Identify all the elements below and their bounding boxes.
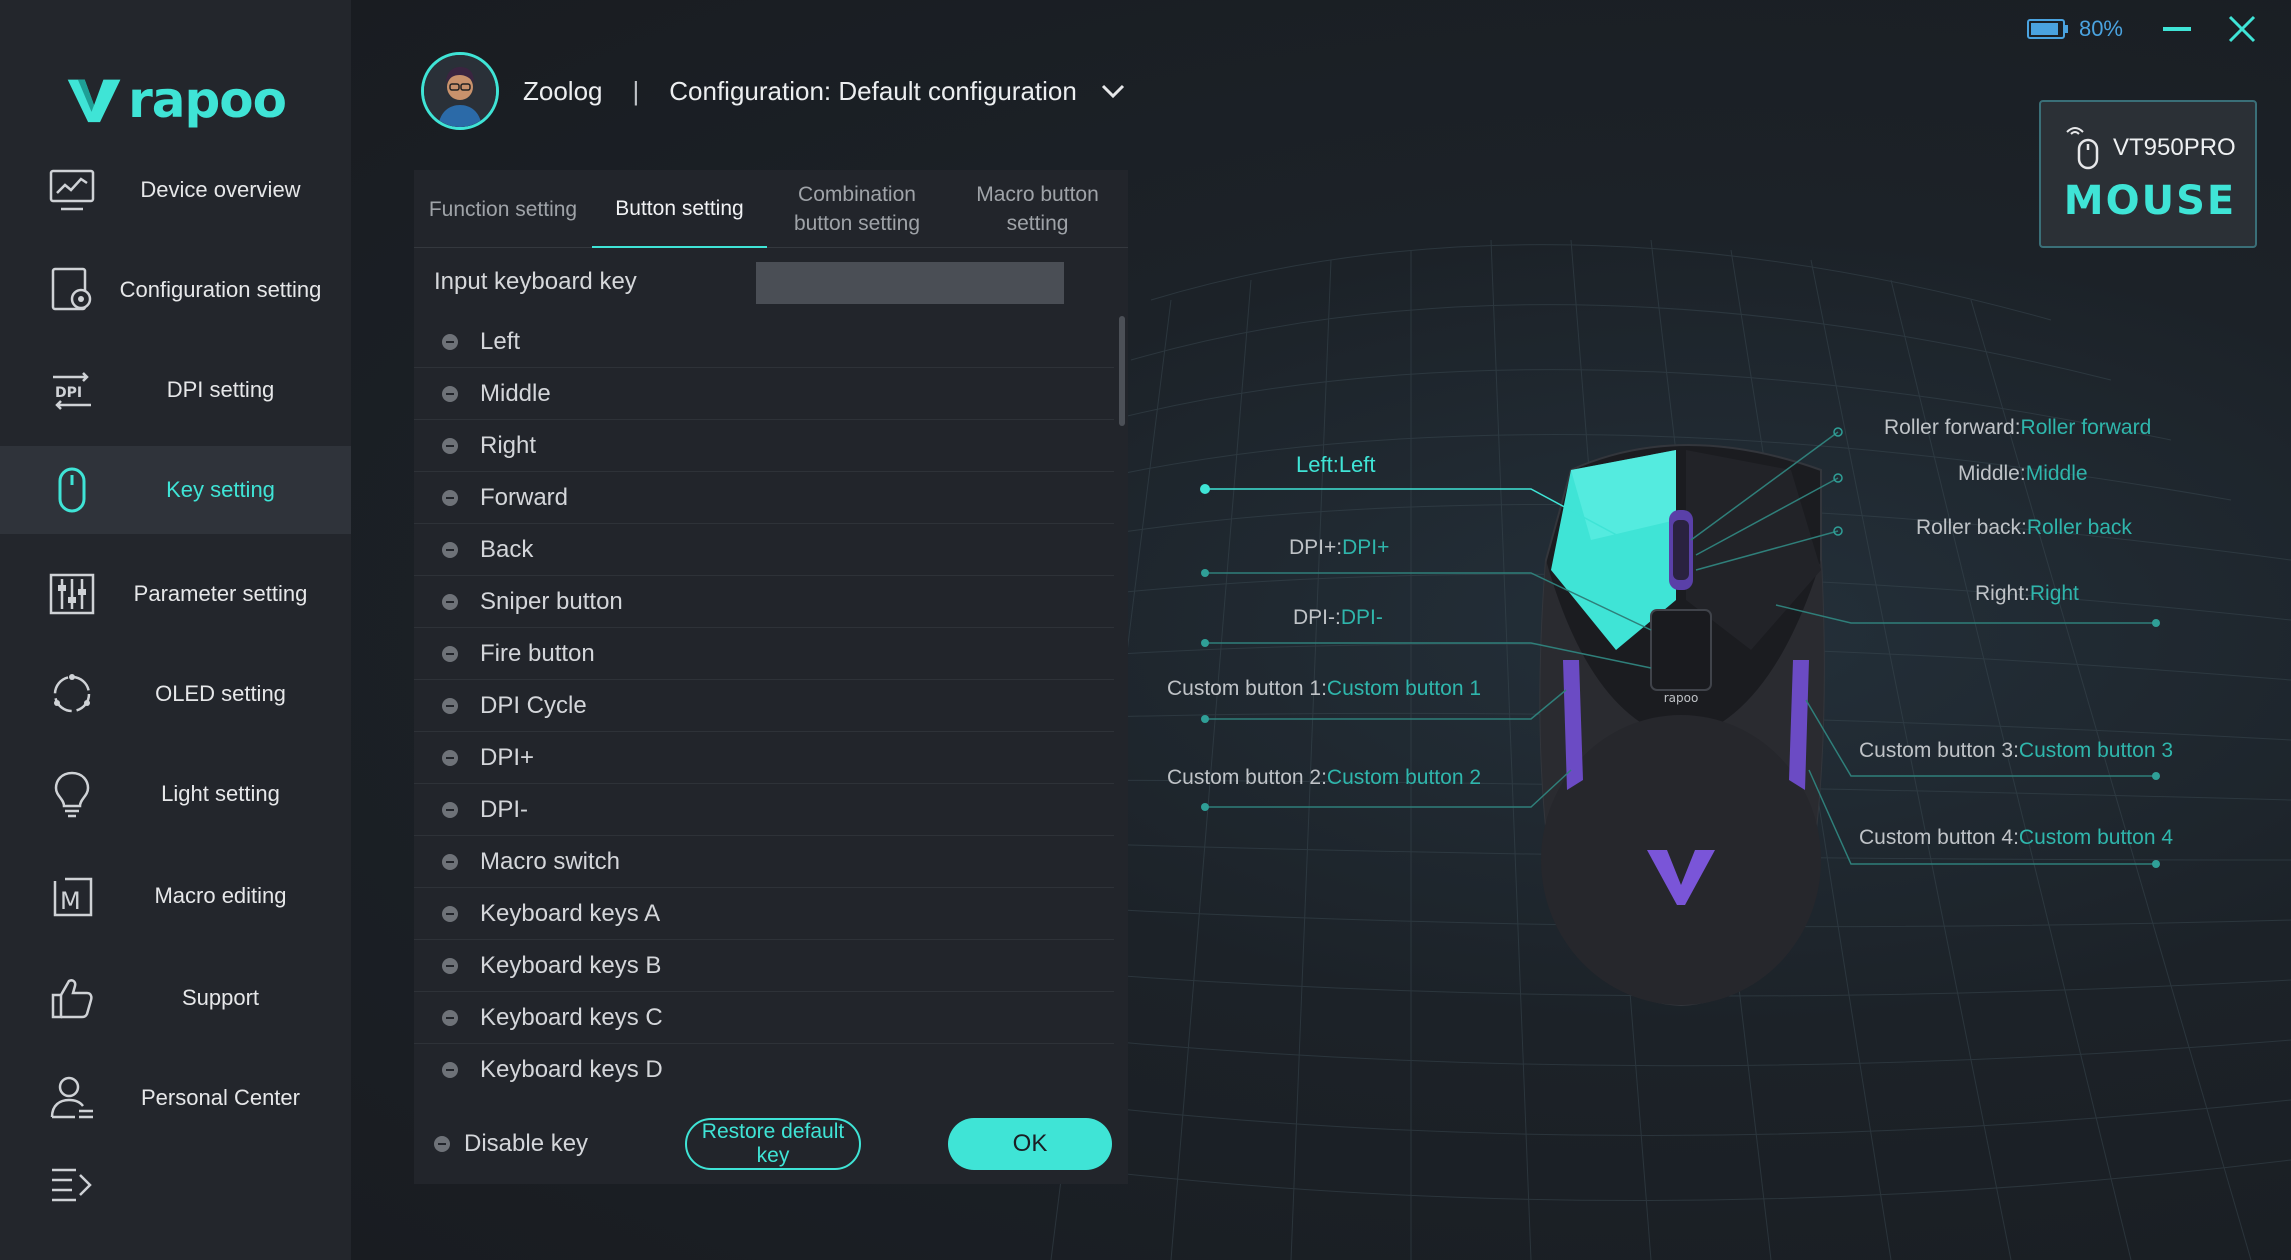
sidebar-item-label: Macro editing	[154, 883, 287, 908]
svg-text:DPI: DPI	[55, 385, 82, 401]
callout-key: Custom button 1:	[1167, 677, 1327, 700]
svg-text:M: M	[60, 887, 81, 915]
sidebar-item-personal-center[interactable]: Personal Center	[0, 1054, 351, 1142]
callout-key: Roller forward:	[1884, 416, 2021, 439]
sidebar: rapoo Device overview Configuration sett…	[0, 0, 351, 1260]
logo-text: rapoo	[128, 71, 287, 129]
sidebar-item-label: Configuration setting	[119, 277, 322, 302]
cycle-icon	[44, 666, 100, 722]
callout-key: Middle:	[1958, 462, 2026, 485]
callout-custom-4[interactable]: Custom button 4:Custom button 4	[1859, 826, 2173, 850]
rapoo-logo: rapoo	[66, 70, 287, 130]
callout-value: Roller back	[2026, 516, 2132, 539]
callout-value: DPI-	[1340, 606, 1383, 629]
callout-value: Custom button 3	[2018, 739, 2174, 762]
callout-dpi-plus[interactable]: DPI+:DPI+	[1289, 536, 1389, 560]
callout-roller-back[interactable]: Roller back:Roller back	[1916, 516, 2132, 540]
callout-middle[interactable]: Middle:Middle	[1958, 462, 2088, 486]
callout-roller-forward[interactable]: Roller forward:Roller forward	[1884, 416, 2151, 440]
callout-left[interactable]: Left:Left	[1296, 452, 1376, 478]
callout-key: Roller back:	[1916, 516, 2027, 539]
sidebar-item-light[interactable]: Light setting	[0, 750, 351, 838]
callout-value: Middle	[2025, 462, 2088, 485]
sidebar-item-label: Parameter setting	[133, 581, 308, 606]
sidebar-item-label: OLED setting	[155, 681, 286, 706]
monitor-chart-icon	[44, 162, 100, 218]
sidebar-item-label: Personal Center	[141, 1085, 300, 1110]
sidebar-item-configuration[interactable]: Configuration setting	[0, 246, 351, 334]
sidebar-item-label: Device overview	[140, 177, 301, 202]
callout-right[interactable]: Right:Right	[1975, 582, 2079, 606]
svg-text:rapoo: rapoo	[1664, 691, 1699, 705]
callout-value: Right	[2029, 582, 2079, 605]
v-logo-icon	[67, 79, 121, 123]
callout-custom-3[interactable]: Custom button 3:Custom button 3	[1859, 739, 2173, 763]
callout-key: Left:	[1296, 452, 1339, 477]
user-icon	[44, 1070, 100, 1126]
sidebar-item-dpi[interactable]: DPI DPI setting	[0, 346, 351, 434]
callout-key: Custom button 4:	[1859, 826, 2019, 849]
sidebar-item-device-overview[interactable]: Device overview	[0, 146, 351, 234]
dpi-icon: DPI	[44, 362, 100, 418]
main-area: Zoolog | Configuration: Default configur…	[351, 0, 2291, 1260]
sidebar-item-label: Light setting	[161, 781, 280, 806]
callout-value: Custom button 1	[1326, 677, 1482, 700]
mouse-icon	[44, 462, 100, 518]
collapse-menu-icon[interactable]	[48, 1160, 96, 1208]
sidebar-item-oled[interactable]: OLED setting	[0, 650, 351, 738]
callout-dpi-minus[interactable]: DPI-:DPI-	[1293, 606, 1383, 630]
sidebar-item-parameter[interactable]: Parameter setting	[0, 550, 351, 638]
callout-key: Right:	[1975, 582, 2030, 605]
sidebar-item-key-setting[interactable]: Key setting	[0, 446, 351, 534]
callout-key: Custom button 2:	[1167, 766, 1327, 789]
callout-key: DPI+:	[1289, 536, 1343, 559]
config-gear-icon	[44, 262, 100, 318]
callout-value: Left	[1338, 452, 1376, 477]
sidebar-item-label: DPI setting	[166, 377, 275, 402]
callout-key: Custom button 3:	[1859, 739, 2019, 762]
lightbulb-icon	[44, 766, 100, 822]
mouse-diagram: rapoo	[1200, 427, 2160, 1007]
callout-value: DPI+	[1342, 536, 1390, 559]
sidebar-item-label: Support	[181, 985, 260, 1010]
sidebar-item-label: Key setting	[166, 477, 275, 502]
callout-custom-2[interactable]: Custom button 2:Custom button 2	[1167, 766, 1481, 790]
mouse-image: rapoo	[1539, 444, 1825, 1007]
thumbs-up-icon	[44, 970, 100, 1026]
macro-icon: M	[44, 868, 100, 924]
sliders-icon	[44, 566, 100, 622]
callout-custom-1[interactable]: Custom button 1:Custom button 1	[1167, 677, 1481, 701]
callout-value: Roller forward	[2020, 416, 2152, 439]
callout-value: Custom button 4	[2018, 826, 2174, 849]
callout-value: Custom button 2	[1326, 766, 1482, 789]
sidebar-item-macro[interactable]: M Macro editing	[0, 852, 351, 940]
sidebar-item-support[interactable]: Support	[0, 954, 351, 1042]
callout-key: DPI-:	[1293, 606, 1341, 629]
